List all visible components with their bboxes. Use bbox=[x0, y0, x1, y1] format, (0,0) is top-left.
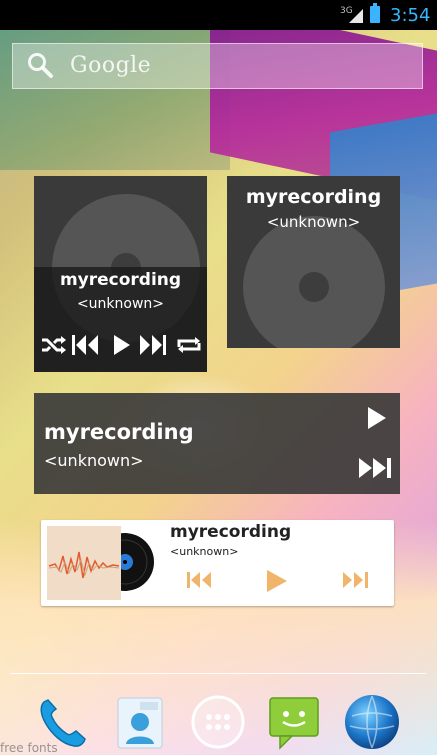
play-icon[interactable] bbox=[263, 568, 289, 594]
album-art-waveform bbox=[47, 526, 121, 600]
all-apps-icon[interactable] bbox=[188, 692, 248, 752]
google-search-bar[interactable]: Google bbox=[12, 43, 423, 89]
search-icon bbox=[28, 53, 53, 78]
track-artist: <unknown> bbox=[76, 296, 165, 312]
search-label: Google bbox=[70, 53, 152, 78]
track-artist: <unknown> bbox=[44, 451, 144, 470]
clock: 3:54 bbox=[390, 5, 431, 26]
track-title: myrecording bbox=[59, 270, 182, 290]
music-widget-wide-dark[interactable]: myrecording <unknown> bbox=[34, 393, 400, 494]
playback-controls bbox=[34, 330, 207, 360]
signal-icon bbox=[349, 9, 363, 23]
repeat-icon[interactable] bbox=[174, 330, 204, 360]
music-widget-square-controls[interactable]: myrecording <unknown> bbox=[34, 176, 207, 372]
footer-text: free fonts bbox=[0, 741, 58, 755]
next-icon[interactable] bbox=[341, 568, 371, 592]
track-artist: <unknown> bbox=[266, 213, 361, 231]
battery-icon bbox=[370, 3, 380, 23]
track-title: myrecording bbox=[44, 420, 194, 444]
next-icon[interactable] bbox=[138, 330, 168, 360]
browser-icon[interactable] bbox=[342, 692, 402, 752]
track-title: myrecording bbox=[170, 522, 292, 542]
dock-divider bbox=[10, 673, 426, 674]
status-bar: 3G 3:54 bbox=[0, 0, 437, 30]
track-artist: <unknown> bbox=[170, 545, 239, 558]
play-icon[interactable] bbox=[106, 330, 136, 360]
track-title: myrecording bbox=[245, 186, 382, 208]
music-widget-square-art[interactable]: myrecording <unknown> bbox=[227, 176, 400, 348]
music-widget-light[interactable]: myrecording <unknown> bbox=[41, 520, 394, 606]
album-art-placeholder-icon bbox=[243, 216, 385, 348]
previous-icon[interactable] bbox=[70, 330, 100, 360]
messaging-icon[interactable] bbox=[264, 692, 324, 752]
shuffle-icon[interactable] bbox=[38, 330, 68, 360]
next-icon[interactable] bbox=[357, 456, 393, 480]
previous-icon[interactable] bbox=[185, 568, 215, 592]
play-icon[interactable] bbox=[364, 405, 388, 431]
contacts-icon[interactable] bbox=[110, 692, 170, 752]
